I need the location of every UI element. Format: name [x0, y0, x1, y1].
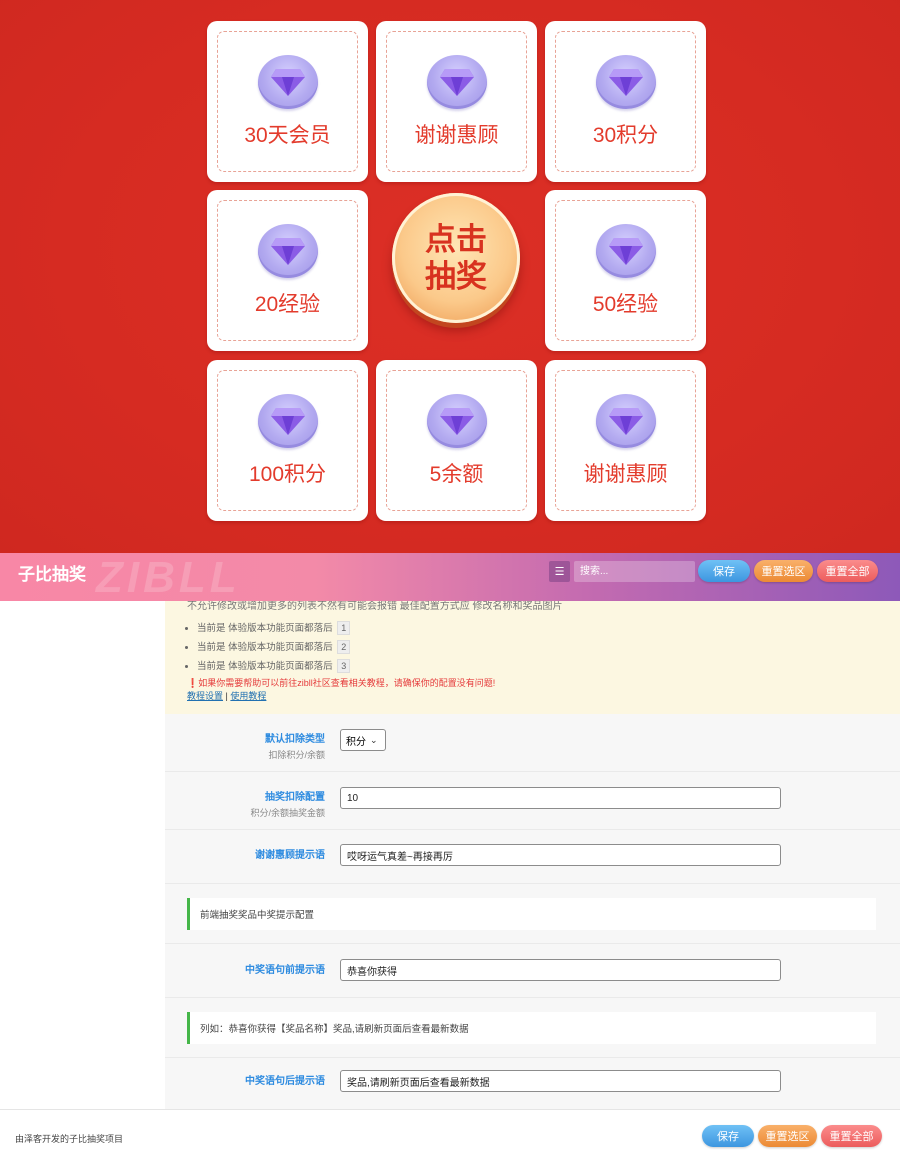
footer-reset-all-button[interactable]: 重置全部	[821, 1125, 882, 1147]
thanks-tip-row: 谢谢惠顾提示语 哎呀运气真差~再接再厉	[165, 830, 900, 884]
list-item-num: 2	[337, 640, 351, 654]
deduct-type-select[interactable]: 积分 ⌄	[340, 729, 386, 751]
suffix-tip-row: 中奖语句后提示语 奖品,请刷新页面后查看最新数据	[165, 1058, 900, 1109]
left-sidebar	[0, 601, 165, 1109]
footer-bar: 由泽客开发的子比抽奖项目 保存 重置选区 重置全部	[0, 1109, 900, 1161]
suffix-tip-input[interactable]: 奖品,请刷新页面后查看最新数据	[340, 1070, 781, 1092]
list-item-text: 当前是 体验版本功能页面都落后	[197, 661, 333, 672]
example-tip-card: 列如：恭喜你获得【奖品名称】奖品,请刷新页面后查看最新数据	[187, 1012, 876, 1044]
notice-box: 不允许修改或增加更多的列表不然有可能会报错 最佳配置方式应 修改名称和奖品图片 …	[165, 601, 900, 714]
draw-button[interactable]: 点击抽奖	[392, 193, 520, 323]
prize-label: 30积分	[592, 123, 659, 147]
thanks-tip-input[interactable]: 哎呀运气真差~再接再厉	[340, 844, 781, 866]
deduct-amount-input[interactable]: 10	[340, 787, 781, 809]
list-item-text: 当前是 体验版本功能页面都落后	[197, 642, 333, 653]
menu-toggle-icon[interactable]: ☰	[549, 561, 570, 582]
prize-label: 50经验	[592, 292, 659, 316]
prize-cell-5: 50经验	[545, 190, 706, 351]
list-item: 当前是 体验版本功能页面都落后 1	[197, 619, 351, 638]
search-input[interactable]	[574, 561, 695, 582]
prize-cell-1: 30天会员	[207, 21, 368, 182]
footer-reset-section-button[interactable]: 重置选区	[758, 1125, 817, 1147]
prize-label: 谢谢惠顾	[414, 123, 499, 147]
prize-cell-2: 谢谢惠顾	[376, 21, 537, 182]
example-tip-row: 列如：恭喜你获得【奖品名称】奖品,请刷新页面后查看最新数据	[165, 998, 900, 1058]
save-button[interactable]: 保存	[698, 560, 750, 582]
prize-label: 30天会员	[244, 123, 331, 147]
diamond-icon	[257, 54, 318, 109]
diamond-icon	[595, 54, 656, 109]
tutorial-links: 教程设置 | 使用教程	[187, 689, 266, 702]
notice-list: 当前是 体验版本功能页面都落后 1 当前是 体验版本功能页面都落后 2 当前是 …	[197, 619, 351, 676]
prize-cell-4: 20经验	[207, 190, 368, 351]
prize-cell-8: 谢谢惠顾	[545, 360, 706, 521]
diamond-icon	[595, 223, 656, 278]
link-separator: |	[225, 691, 228, 701]
list-item: 当前是 体验版本功能页面都落后 2	[197, 638, 351, 657]
thanks-tip-title: 谢谢惠顾提示语	[255, 850, 325, 861]
deduct-amount-title: 抽奖扣除配置	[265, 792, 325, 803]
help-warning: ❗如果你需要帮助可以前往zibll社区查看相关教程，请确保你的配置没有问题!	[187, 676, 495, 689]
notice-cut-text: 不允许修改或增加更多的列表不然有可能会报错 最佳配置方式应 修改名称和奖品图片	[187, 601, 563, 612]
admin-header: ZIBLL 子比抽奖 ☰ 保存 重置选区 重置全部	[0, 553, 900, 602]
info-icon: ❗	[187, 678, 199, 688]
prefix-tip-input[interactable]: 恭喜你获得	[340, 959, 781, 981]
deduct-amount-sub: 积分/余额抽奖金额	[250, 808, 325, 818]
list-item-num: 3	[337, 659, 351, 673]
diamond-icon	[257, 393, 318, 448]
diamond-icon	[595, 393, 656, 448]
deduct-amount-row: 抽奖扣除配置积分/余额抽奖金额 10	[165, 772, 900, 830]
deduct-type-title: 默认扣除类型	[265, 734, 325, 745]
watermark: ZIBLL	[96, 553, 241, 602]
tutorial-settings-link[interactable]: 教程设置	[187, 691, 223, 701]
reset-all-button[interactable]: 重置全部	[817, 560, 878, 582]
footer-text: 由泽客开发的子比抽奖项目	[15, 1134, 124, 1144]
prize-label: 谢谢惠顾	[583, 462, 668, 486]
list-item-num: 1	[337, 621, 351, 635]
lottery-board: 30天会员 谢谢惠顾 30积分 20经验 点击抽奖 50经验 100积分 5余额…	[0, 0, 900, 553]
prize-label: 100积分	[248, 462, 327, 486]
reset-section-button[interactable]: 重置选区	[754, 560, 813, 582]
footer-save-button[interactable]: 保存	[702, 1125, 754, 1147]
suffix-tip-title: 中奖语句后提示语	[245, 1076, 325, 1087]
prize-label: 20经验	[254, 292, 321, 316]
section-tip-card: 前端抽奖奖品中奖提示配置	[187, 898, 876, 930]
section-tip-row: 前端抽奖奖品中奖提示配置	[165, 884, 900, 944]
usage-tutorial-link[interactable]: 使用教程	[230, 691, 266, 701]
deduct-type-value: 积分	[346, 736, 366, 748]
chevron-down-icon: ⌄	[370, 734, 378, 745]
list-item-text: 当前是 体验版本功能页面都落后	[197, 623, 333, 634]
deduct-type-row: 默认扣除类型 扣除积分/余额 积分 ⌄	[165, 714, 900, 772]
draw-button-label: 点击抽奖	[425, 222, 487, 294]
settings-content: 不允许修改或增加更多的列表不然有可能会报错 最佳配置方式应 修改名称和奖品图片 …	[165, 601, 900, 1109]
prize-cell-7: 5余额	[376, 360, 537, 521]
prize-cell-3: 30积分	[545, 21, 706, 182]
deduct-type-sub: 扣除积分/余额	[268, 750, 325, 760]
prefix-tip-row: 中奖语句前提示语 恭喜你获得	[165, 944, 900, 998]
diamond-icon	[426, 54, 487, 109]
diamond-icon	[426, 393, 487, 448]
prefix-tip-title: 中奖语句前提示语	[245, 965, 325, 976]
diamond-icon	[257, 223, 318, 278]
help-warning-text: 如果你需要帮助可以前往zibll社区查看相关教程，请确保你的配置没有问题!	[198, 678, 496, 688]
prize-label: 5余额	[429, 462, 484, 486]
admin-title: 子比抽奖	[18, 565, 86, 584]
prize-cell-6: 100积分	[207, 360, 368, 521]
list-item: 当前是 体验版本功能页面都落后 3	[197, 657, 351, 676]
